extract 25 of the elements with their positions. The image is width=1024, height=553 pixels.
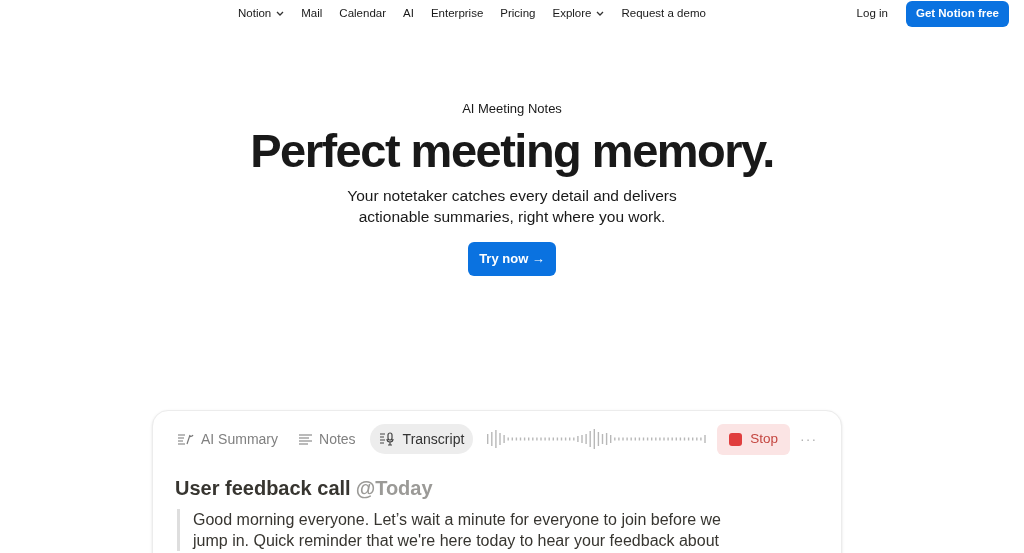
transcript-mic-icon — [378, 432, 397, 446]
nav-link[interactable]: Pricing — [500, 4, 536, 23]
try-now-button[interactable]: Try now → — [468, 241, 556, 276]
transcript-text: Good morning everyone. Let’s wait a minute for everyone to join before we jump in. Quick reminder that we're here today to hear your feedback about — [193, 510, 722, 551]
meeting-title: User feedback call — [175, 476, 351, 501]
nav-link[interactable]: AI — [403, 4, 414, 23]
nav-link[interactable]: Mail — [301, 4, 323, 23]
tab[interactable]: Transcript — [369, 424, 474, 454]
stop-icon — [729, 432, 743, 446]
text-lines-icon — [298, 433, 313, 445]
headline: Perfect meeting memory. — [250, 122, 774, 179]
nav-link[interactable]: Request a demo — [621, 4, 706, 23]
nav-link[interactable]: Calendar — [339, 4, 386, 23]
get-started-button[interactable]: Get Notion free — [905, 0, 1009, 27]
nav-link[interactable]: Notion — [238, 4, 285, 23]
nav-link[interactable]: Enterprise — [430, 4, 484, 23]
nav-link[interactable]: Explore — [552, 4, 605, 23]
login-link[interactable]: Log in — [856, 4, 888, 23]
stop-button[interactable]: Stop — [717, 423, 791, 455]
subheading-line: Your notetaker catches every detail and delivers — [347, 185, 677, 206]
tab[interactable]: AI Summary — [171, 424, 284, 454]
tab[interactable]: Notes — [292, 424, 362, 454]
eyebrow-label: AI Meeting Notes — [462, 100, 562, 118]
subheading-line: actionable summaries, right where you work. — [358, 206, 666, 227]
summary-lines-icon — [177, 432, 195, 446]
